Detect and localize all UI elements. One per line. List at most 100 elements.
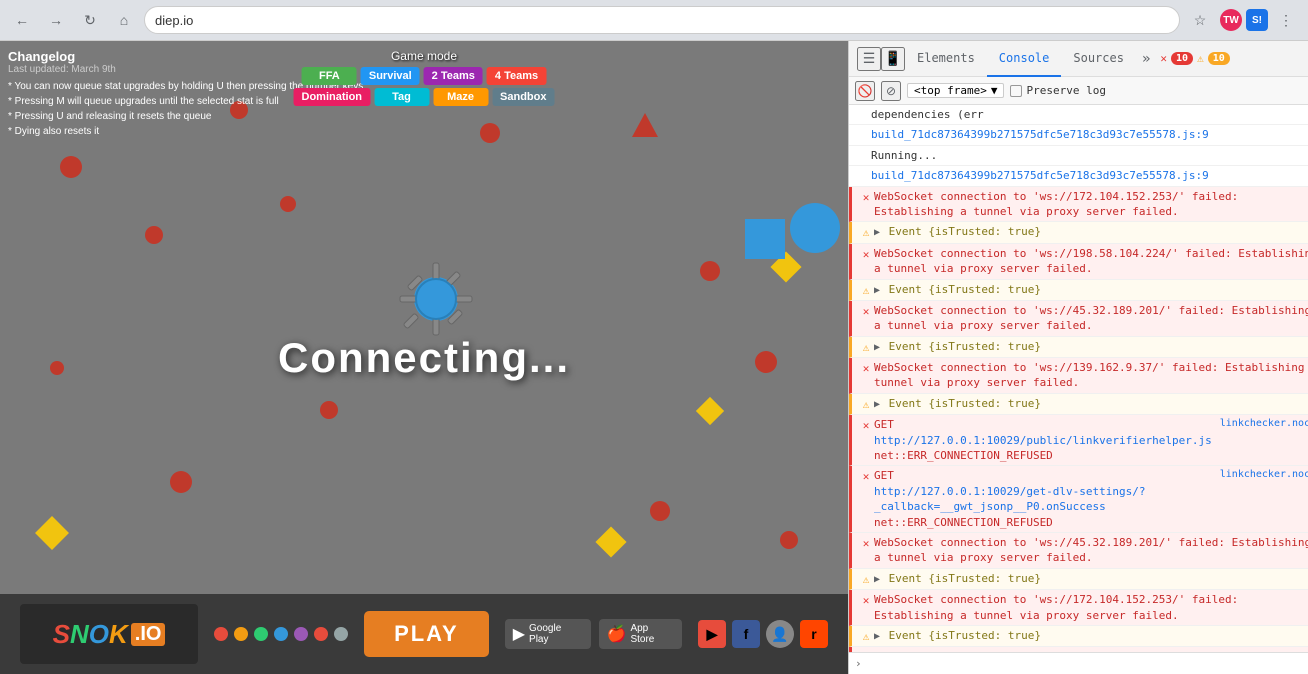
log-content: build_71dc87364399b271575dfc5e718c3d93c7… bbox=[871, 127, 1308, 142]
expand-icon[interactable]: ▶ bbox=[874, 342, 880, 353]
mode-btn-maze[interactable]: Maze bbox=[433, 88, 488, 106]
error-link[interactable]: http://127.0.0.1:10029/get-dlv-settings/… bbox=[874, 485, 1146, 513]
log-entry-error: ✕ GET http://127.0.0.1:10029/get-dlv-set… bbox=[849, 466, 1308, 533]
play-button[interactable]: PLAY bbox=[364, 611, 489, 657]
game-area[interactable]: Changelog Last updated: March 9th * You … bbox=[0, 41, 848, 674]
youtube-icon[interactable]: ▶ bbox=[698, 620, 726, 648]
mode-btn-4teams[interactable]: 4 Teams bbox=[487, 67, 546, 85]
game-shape bbox=[595, 526, 626, 557]
reload-button[interactable]: ↻ bbox=[76, 6, 104, 34]
tab-elements[interactable]: Elements bbox=[905, 41, 987, 77]
game-shape bbox=[35, 516, 69, 550]
frame-selector[interactable]: <top frame> ▼ bbox=[907, 83, 1004, 98]
log-entry-error: ✕ WebSocket connection to 'ws://198.58.1… bbox=[849, 244, 1308, 280]
tab-console[interactable]: Console bbox=[987, 41, 1062, 77]
mode-btn-tag[interactable]: Tag bbox=[374, 88, 429, 106]
back-button[interactable]: ← bbox=[8, 6, 36, 34]
mode-btn-ffa[interactable]: FFA bbox=[302, 67, 357, 85]
ad-bar: S N O K .IO PLAY ▶ Google bbox=[0, 594, 848, 674]
toolbar-right: TW S! ⋮ bbox=[1220, 6, 1300, 34]
game-shape bbox=[780, 531, 798, 549]
error-icon: ✕ bbox=[858, 190, 874, 205]
mode-btn-survival[interactable]: Survival bbox=[361, 67, 420, 85]
devtools-device-button[interactable]: 📱 bbox=[881, 47, 905, 71]
clear-console-button[interactable]: 🚫 bbox=[855, 81, 875, 101]
expand-icon[interactable]: ▶ bbox=[874, 631, 880, 642]
expand-icon[interactable]: ▶ bbox=[874, 285, 880, 296]
game-shape bbox=[630, 111, 660, 146]
error-icon: ✕ bbox=[858, 247, 874, 262]
error-icon: ✕ bbox=[858, 469, 874, 484]
forward-button[interactable]: → bbox=[42, 6, 70, 34]
log-content: WebSocket connection to 'ws://45.32.189.… bbox=[874, 303, 1308, 334]
log-entry-warning: ⚠ ▶ Event {isTrusted: true} sdk.js:6 bbox=[849, 569, 1308, 590]
error-link[interactable]: http://127.0.0.1:10029/public/linkverifi… bbox=[874, 434, 1212, 447]
bookmark-button[interactable]: ☆ bbox=[1186, 6, 1214, 34]
snok-dotio: .IO bbox=[131, 623, 166, 646]
home-button[interactable]: ⌂ bbox=[110, 6, 138, 34]
snok-logo[interactable]: S N O K .IO bbox=[20, 604, 198, 664]
color-dot bbox=[314, 627, 328, 641]
warning-icon: ⚠ bbox=[858, 283, 874, 298]
filter-icon-button[interactable]: ⊘ bbox=[881, 81, 901, 101]
more-options-button[interactable]: ⋮ bbox=[1272, 6, 1300, 34]
google-play-button[interactable]: ▶ Google Play bbox=[505, 619, 591, 649]
app-store-button[interactable]: 🍎 App Store bbox=[599, 619, 682, 649]
app-store-label: App Store bbox=[630, 623, 674, 645]
mode-btn-domination[interactable]: Domination bbox=[294, 88, 371, 106]
color-dot bbox=[294, 627, 308, 641]
console-output[interactable]: dependencies (err build_71dc87364399b271… bbox=[849, 105, 1308, 652]
console-input-field[interactable] bbox=[866, 657, 1308, 670]
log-entry: build_71dc87364399b271575dfc5e718c3d93c7… bbox=[849, 166, 1308, 186]
reddit-icon[interactable]: r bbox=[800, 620, 828, 648]
log-content: ▶ Event {isTrusted: true} bbox=[874, 571, 1308, 587]
warning-icon: ⚠ bbox=[858, 225, 874, 240]
error-icon: ✕ bbox=[858, 418, 874, 433]
preserve-log-checkbox[interactable] bbox=[1010, 85, 1022, 97]
avatar-s: S! bbox=[1246, 9, 1268, 31]
devtools-panel: ☰ 📱 Elements Console Sources » ✕ 10 ⚠ 10… bbox=[848, 41, 1308, 674]
log-content: build_71dc87364399b271575dfc5e718c3d93c7… bbox=[871, 168, 1308, 183]
log-content: dependencies (err bbox=[871, 107, 1308, 122]
log-content: GET http://127.0.0.1:10029/public/linkve… bbox=[874, 417, 1212, 463]
browser-chrome: ← → ↻ ⌂ diep.io ☆ TW S! ⋮ bbox=[0, 0, 1308, 41]
log-entry-warning: ⚠ ▶ Event {isTrusted: true} sdk.js:6 bbox=[849, 394, 1308, 415]
google-play-icon: ▶ bbox=[513, 624, 525, 644]
game-shape bbox=[745, 219, 785, 259]
browser-toolbar: ← → ↻ ⌂ diep.io ☆ TW S! ⋮ bbox=[0, 0, 1308, 40]
profile-icon[interactable]: 👤 bbox=[766, 620, 794, 648]
preserve-log-label: Preserve log bbox=[1026, 84, 1105, 97]
mode-btn-2teams[interactable]: 2 Teams bbox=[424, 67, 483, 85]
log-source[interactable]: linkchecker.nocache.js:208 bbox=[1212, 468, 1308, 482]
color-dot bbox=[214, 627, 228, 641]
address-bar[interactable]: diep.io bbox=[144, 6, 1180, 34]
log-source[interactable]: linkchecker.nocache.js:372 bbox=[1212, 417, 1308, 431]
game-shape bbox=[320, 401, 338, 419]
preserve-log-toggle[interactable]: Preserve log bbox=[1010, 84, 1105, 97]
log-content: GET http://127.0.0.1:10029/get-dlv-setti… bbox=[874, 468, 1212, 530]
warning-count-badge: 10 bbox=[1208, 52, 1230, 65]
expand-icon[interactable]: ▶ bbox=[874, 399, 880, 410]
mode-row-1: FFA Survival 2 Teams 4 Teams bbox=[294, 67, 555, 85]
mode-btn-sandbox[interactable]: Sandbox bbox=[492, 88, 554, 106]
tab-more-button[interactable]: » bbox=[1136, 41, 1156, 77]
log-content: WebSocket connection to 'ws://172.104.15… bbox=[874, 189, 1308, 220]
devtools-inspect-button[interactable]: ☰ bbox=[857, 47, 881, 71]
changelog-item: * Pressing U and releasing it resets the… bbox=[8, 109, 363, 124]
log-content: Running... bbox=[871, 148, 1308, 163]
expand-icon[interactable]: ▶ bbox=[874, 574, 880, 585]
expand-icon[interactable]: ▶ bbox=[874, 227, 880, 238]
log-entry-warning: ⚠ ▶ Event {isTrusted: true} sdk.js:6 bbox=[849, 337, 1308, 358]
game-shape bbox=[145, 226, 163, 244]
game-shape bbox=[650, 501, 670, 521]
log-entry-error: ✕ WebSocket connection to 'ws://172.104.… bbox=[849, 590, 1308, 626]
log-content: WebSocket connection to 'ws://139.162.9.… bbox=[874, 360, 1308, 391]
connecting-text: Connecting... bbox=[278, 334, 570, 382]
frame-selector-text: <top frame> bbox=[914, 84, 987, 97]
facebook-icon[interactable]: f bbox=[732, 620, 760, 648]
error-count-badge: 10 bbox=[1171, 52, 1193, 65]
tab-sources[interactable]: Sources bbox=[1061, 41, 1136, 77]
warning-icon: ⚠ bbox=[858, 572, 874, 587]
error-icon: ✕ bbox=[858, 536, 874, 551]
error-icon: ✕ bbox=[858, 304, 874, 319]
